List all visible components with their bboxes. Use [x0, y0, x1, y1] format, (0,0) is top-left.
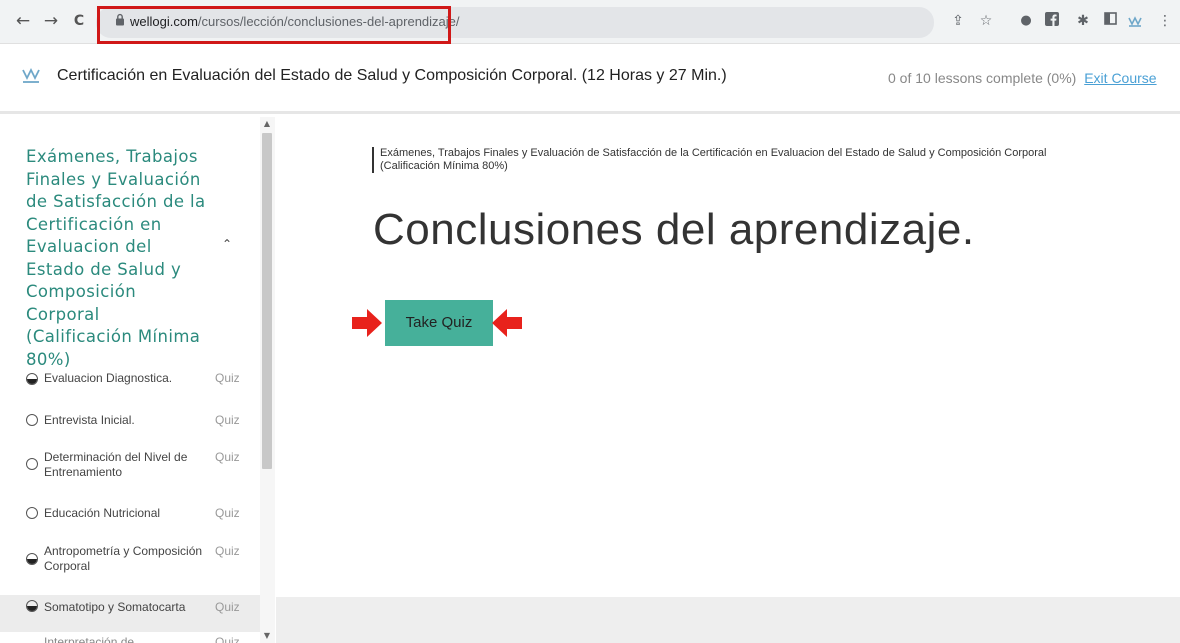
lesson-type: Quiz [215, 544, 240, 558]
lesson-item[interactable]: Evaluacion Diagnostica. Quiz [0, 371, 260, 401]
browser-toolbar: ← → C wellogi.com/cursos/lección/conclus… [0, 0, 1180, 44]
lesson-type: Quiz [215, 450, 240, 464]
course-progress: 0 of 10 lessons complete (0%) Exit Cours… [888, 70, 1157, 86]
lesson-type: Quiz [215, 600, 240, 614]
progress-status-icon [26, 414, 38, 426]
progress-label: 0 of 10 lessons complete (0%) [888, 70, 1077, 86]
lesson-item[interactable]: Antropometría y Composición Corporal Qui… [0, 544, 260, 584]
take-quiz-button[interactable]: Take Quiz [385, 300, 493, 346]
scrollbar-thumb[interactable] [262, 133, 272, 469]
lesson-item[interactable]: Determinación del Nivel de Entrenamiento… [0, 450, 260, 490]
page-title: Conclusiones del aprendizaje. [373, 205, 975, 254]
lesson-sidebar: Exámenes, Trabajos Finales y Evaluación … [0, 117, 276, 643]
extensions-puzzle-icon[interactable]: ✱ [1074, 12, 1092, 30]
breadcrumb[interactable]: Exámenes, Trabajos Finales y Evaluación … [372, 147, 1052, 173]
lesson-name: Evaluacion Diagnostica. [44, 371, 173, 385]
profile-avatar-icon[interactable] [1126, 12, 1144, 30]
lesson-item[interactable]: Interpretación de Quiz [0, 635, 260, 643]
scroll-up-arrow-icon[interactable]: ▲ [262, 119, 272, 128]
progress-status-icon [26, 553, 38, 565]
section-title[interactable]: Exámenes, Trabajos Finales y Evaluación … [26, 146, 211, 371]
lesson-name: Educación Nutricional [44, 506, 161, 520]
course-header: Certificación en Evaluación del Estado d… [0, 44, 1180, 114]
share-icon[interactable]: ⇪ [949, 12, 967, 30]
lesson-content: Exámenes, Trabajos Finales y Evaluación … [276, 117, 1180, 597]
extension-record-icon[interactable]: ● [1017, 12, 1035, 30]
facebook-extension-icon[interactable] [1043, 12, 1061, 30]
reload-button[interactable]: C [68, 10, 90, 32]
progress-status-icon [26, 600, 38, 612]
lesson-name: Entrevista Inicial. [44, 413, 135, 427]
arrow-left-icon [492, 309, 522, 337]
lesson-name: Somatotipo y Somatocarta [44, 600, 186, 614]
lesson-item[interactable]: Entrevista Inicial. Quiz [0, 413, 260, 443]
arrow-right-icon [352, 309, 382, 337]
side-panel-icon[interactable] [1101, 12, 1119, 30]
browser-menu-icon[interactable]: ⋮ [1156, 12, 1174, 30]
progress-status-icon [26, 458, 38, 470]
lesson-name: Antropometría y Composición Corporal [44, 544, 203, 573]
lesson-item-active[interactable]: Somatotipo y Somatocarta Quiz [0, 595, 260, 632]
lesson-name: Interpretación de [44, 635, 135, 643]
lesson-item[interactable]: Educación Nutricional Quiz [0, 506, 260, 536]
lesson-type: Quiz [215, 635, 240, 643]
wellogi-logo-icon [22, 67, 40, 83]
bookmark-star-icon[interactable]: ☆ [977, 12, 995, 30]
chevron-up-icon[interactable]: ⌃ [222, 237, 232, 251]
course-title: Certificación en Evaluación del Estado d… [57, 67, 727, 84]
url-highlight-box [97, 6, 451, 44]
forward-button[interactable]: → [40, 10, 62, 32]
content-footer [276, 597, 1180, 643]
scroll-down-arrow-icon[interactable]: ▼ [262, 631, 272, 640]
back-button[interactable]: ← [12, 10, 34, 32]
lesson-type: Quiz [215, 413, 240, 427]
exit-course-link[interactable]: Exit Course [1084, 70, 1156, 86]
lesson-name: Determinación del Nivel de Entrenamiento [44, 450, 188, 479]
progress-status-icon [26, 507, 38, 519]
progress-status-icon [26, 373, 38, 385]
lesson-type: Quiz [215, 371, 240, 385]
lesson-type: Quiz [215, 506, 240, 520]
